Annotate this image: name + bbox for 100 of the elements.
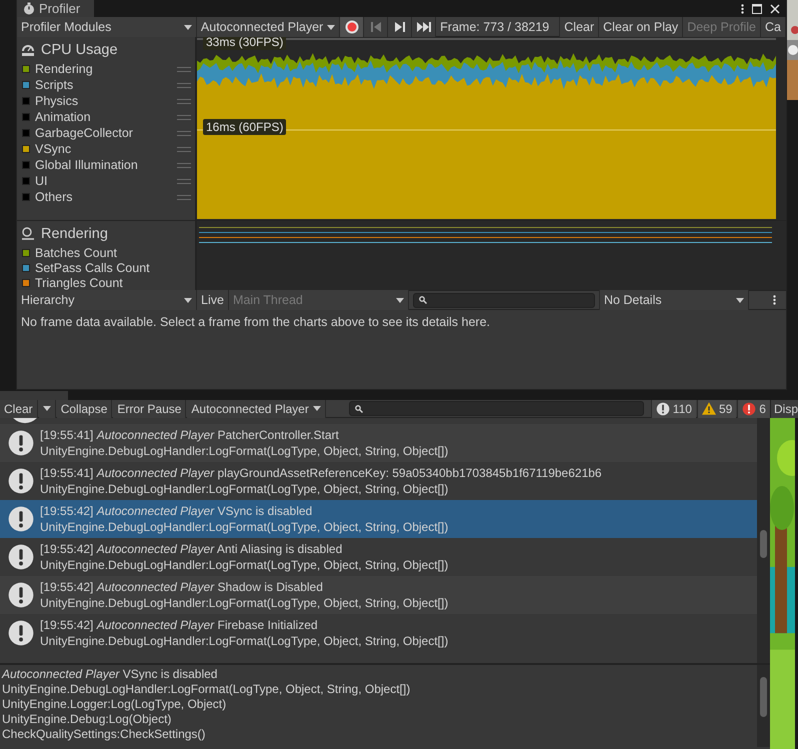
legend-label[interactable]: Scripts	[35, 78, 171, 92]
log-message: [19:55:42] Autoconnected Player Anti Aliasing is disabled	[40, 542, 344, 556]
close-icon[interactable]	[770, 4, 780, 14]
player-dropdown[interactable]: Autoconnected Player	[187, 400, 326, 418]
drag-handle-icon[interactable]	[177, 162, 191, 168]
chart-label: 33ms (30FPS)	[203, 37, 286, 50]
log-row[interactable]: [19:55:42] Autoconnected Player VSync is disabled UnityEngine.DebugLogHandler:LogFormat(LogType, Object, String, Object[])	[0, 500, 757, 538]
clear-options-button[interactable]	[38, 400, 56, 418]
caret-icon	[396, 298, 404, 302]
next-frame-button[interactable]	[388, 17, 412, 37]
toolbar-button[interactable]: Ca	[760, 17, 786, 37]
last-frame-button[interactable]	[412, 17, 436, 37]
maximize-icon[interactable]	[752, 4, 762, 14]
display-dropdown[interactable]: Disp	[770, 402, 798, 416]
chart-label: 16ms (60FPS)	[203, 119, 286, 135]
step-forward-icon	[394, 22, 405, 32]
stack-trace-line: UnityEngine.DebugLogHandler:LogFormat(LogType, Object, String, Object[])	[2, 682, 412, 697]
stopwatch-icon	[23, 2, 36, 15]
count-toggle[interactable]: 6	[737, 400, 770, 418]
module-title: Rendering	[41, 226, 108, 242]
caret-icon	[184, 298, 192, 302]
drag-handle-icon[interactable]	[177, 66, 191, 72]
log-message: [19:55:42] Autoconnected Player Firebase Initialized	[40, 618, 319, 632]
search-field[interactable]	[412, 292, 595, 308]
log-icon	[8, 582, 34, 608]
record-button[interactable]	[340, 17, 364, 37]
module-title: CPU Usage	[41, 42, 118, 58]
legend-label[interactable]: SetPass Calls Count	[35, 260, 191, 274]
more-icon[interactable]	[773, 295, 776, 305]
rendering-icon	[21, 227, 35, 241]
legend-label[interactable]: Physics	[35, 94, 171, 108]
count-toggle[interactable]: 110	[650, 400, 696, 418]
drag-handle-icon[interactable]	[177, 146, 191, 152]
cpu-icon	[21, 43, 35, 57]
legend-label[interactable]: Triangles Count	[35, 276, 191, 290]
legend-label[interactable]: VSync	[35, 142, 171, 156]
legend-label[interactable]: GarbageCollector	[35, 126, 171, 140]
clear-button[interactable]: Clear	[0, 400, 38, 418]
player-dropdown[interactable]: Autoconnected Player	[196, 17, 340, 37]
log-message: [19:55:41] Autoconnected Player playGroundAssetReferenceKey: 59a05340bb1703845b1f67119be621b6	[40, 466, 602, 480]
stack-trace: UnityEngine.DebugLogHandler:LogFormat(LogType, Object, String, Object[])	[40, 634, 448, 648]
error-icon	[742, 402, 756, 416]
collapse-button[interactable]: Collapse	[56, 400, 112, 418]
search-icon	[354, 404, 363, 412]
log-message: [19:55:42] Autoconnected Player Shadow is Disabled	[40, 580, 324, 594]
empty-message: No frame data available. Select a frame from the charts above to see its details here.	[20, 314, 491, 331]
profiler-tab[interactable]: Profiler	[17, 0, 94, 17]
toolbar-button[interactable]: Clear	[560, 17, 600, 37]
scrollbar[interactable]	[756, 665, 770, 747]
search-field[interactable]	[348, 401, 644, 416]
details-dropdown[interactable]: No Details	[598, 290, 749, 310]
log-icon	[8, 620, 34, 646]
caret-icon	[42, 406, 51, 411]
legend-label[interactable]: Others	[35, 190, 171, 204]
stack-trace: UnityEngine.DebugLogHandler:LogFormat(LogType, Object, String, Object[])	[40, 596, 448, 610]
error-pause-button[interactable]: Error Pause	[113, 400, 186, 418]
drag-handle-icon[interactable]	[177, 130, 191, 136]
legend-label[interactable]: UI	[35, 174, 171, 188]
legend-label[interactable]: Rendering	[35, 62, 171, 76]
scrollbar[interactable]	[756, 418, 770, 663]
caret-icon	[312, 406, 321, 411]
stack-trace-line: CheckQualitySettings:CheckSettings()	[2, 727, 206, 742]
fast-forward-icon	[416, 22, 431, 32]
more-icon[interactable]	[741, 4, 744, 14]
drag-handle-icon[interactable]	[177, 98, 191, 104]
caret-icon	[736, 298, 744, 302]
log-message: [19:55:41] Autoconnected Player PatcherController.Start	[40, 428, 340, 442]
view-dropdown[interactable]: Hierarchy	[17, 290, 197, 310]
search-icon	[418, 296, 427, 304]
drag-handle-icon[interactable]	[177, 178, 191, 184]
log-icon	[8, 506, 34, 532]
drag-handle-icon[interactable]	[177, 114, 191, 120]
detail-message: Autoconnected Player VSync is disabled	[2, 667, 218, 682]
skip-back-icon	[370, 22, 381, 32]
stack-trace: UnityEngine.DebugLogHandler:LogFormat(LogType, Object, String, Object[])	[40, 444, 448, 458]
drag-handle-icon[interactable]	[177, 82, 191, 88]
stack-trace: UnityEngine.DebugLogHandler:LogFormat(LogType, Object, String, Object[])	[40, 520, 448, 534]
toolbar-button[interactable]: Clear on Play	[599, 17, 684, 37]
legend-label[interactable]: Global Illumination	[35, 158, 171, 172]
caret-icon	[184, 24, 192, 30]
record-icon	[344, 20, 359, 34]
count-toggle[interactable]: 59	[696, 400, 736, 418]
stack-trace-line: UnityEngine.Logger:Log(LogType, Object)	[2, 697, 228, 712]
log-icon	[8, 468, 34, 494]
info-icon	[656, 402, 670, 416]
log-icon	[8, 430, 34, 456]
modules-dropdown[interactable]: Profiler Modules	[17, 17, 197, 37]
log-row[interactable]: [19:55:41] Autoconnected Player PatcherController.Start UnityEngine.DebugLogHandler:LogFormat(LogType, Object, String, Object[])	[0, 424, 757, 462]
log-row[interactable]: [19:55:42] Autoconnected Player Shadow is Disabled UnityEngine.DebugLogHandler:LogFormat(LogType, Object, String, Object[])	[0, 576, 757, 614]
stack-trace-line: UnityEngine.Debug:Log(Object)	[2, 712, 172, 727]
live-toggle[interactable]: Live	[197, 290, 229, 310]
warning-icon	[702, 402, 716, 415]
log-icon	[8, 544, 34, 570]
stack-trace: UnityEngine.DebugLogHandler:LogFormat(LogType, Object, String, Object[])	[40, 482, 450, 496]
log-message: [19:55:42] Autoconnected Player VSync is disabled	[40, 504, 314, 518]
legend-label[interactable]: Animation	[35, 110, 171, 124]
caret-icon	[327, 24, 336, 30]
stack-trace: UnityEngine.DebugLogHandler:LogFormat(LogType, Object, String, Object[])	[40, 558, 448, 572]
drag-handle-icon[interactable]	[177, 194, 191, 200]
legend-label[interactable]: Batches Count	[35, 246, 191, 260]
